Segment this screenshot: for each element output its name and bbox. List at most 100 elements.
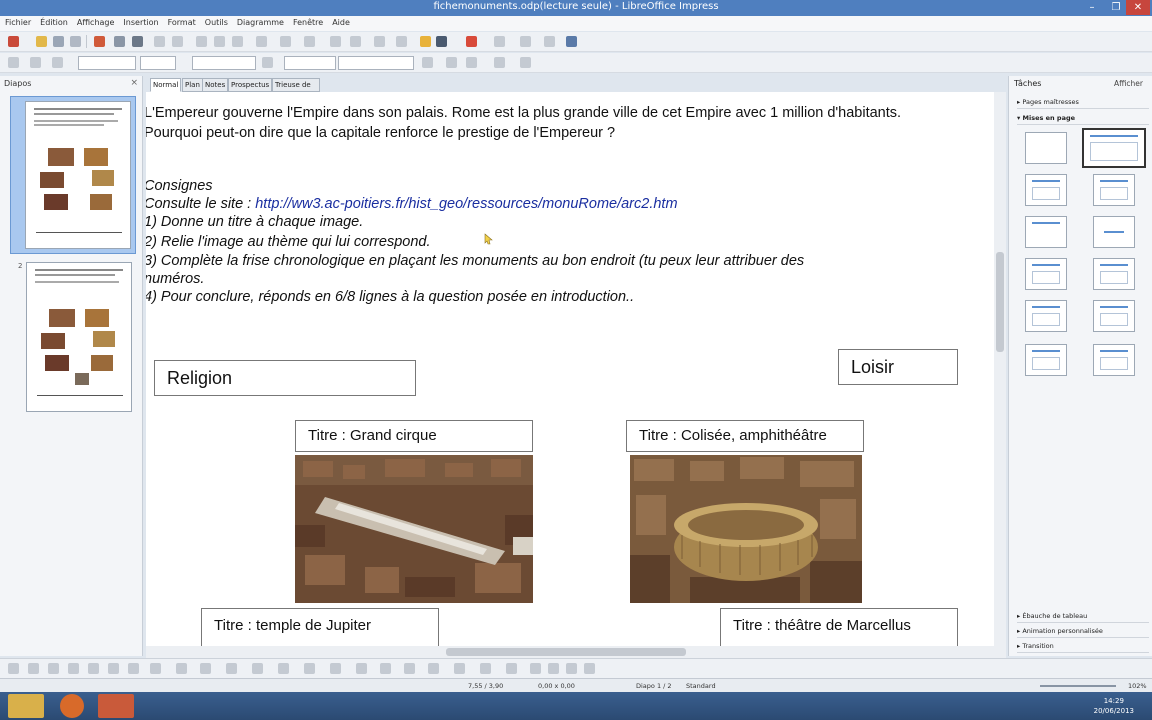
- connector-icon[interactable]: [150, 663, 161, 674]
- caption-colisee[interactable]: Titre : Colisée, amphithéâtre: [626, 420, 864, 452]
- menu-view[interactable]: Affichage: [72, 16, 119, 27]
- section-table-design[interactable]: ▸ Ébauche de tableau: [1017, 610, 1149, 623]
- rotate-tool-icon[interactable]: [428, 663, 439, 674]
- line-style-select[interactable]: [78, 56, 136, 70]
- flowchart-icon[interactable]: [252, 663, 263, 674]
- select-icon[interactable]: [8, 663, 19, 674]
- movie-icon[interactable]: [396, 36, 407, 47]
- menu-slideshow[interactable]: Diagramme: [232, 16, 288, 27]
- site-link[interactable]: http://ww3.ac-poitiers.fr/hist_geo/resso…: [255, 196, 677, 212]
- section-custom-animation[interactable]: ▸ Animation personnalisée: [1017, 625, 1149, 638]
- tab-slide-sorter[interactable]: Trieuse de diapositives: [272, 78, 320, 101]
- rectangle-icon[interactable]: [68, 663, 79, 674]
- chart-icon[interactable]: [330, 36, 341, 47]
- layout-title-two-content-right[interactable]: [1093, 258, 1135, 290]
- arrange-icon[interactable]: [494, 57, 505, 68]
- visibility-icon[interactable]: [520, 57, 531, 68]
- layout-title-six-content[interactable]: [1093, 344, 1135, 376]
- copy-icon[interactable]: [172, 36, 183, 47]
- fill-icon[interactable]: [262, 57, 273, 68]
- cut-icon[interactable]: [154, 36, 165, 47]
- fill-color-select[interactable]: [338, 56, 414, 70]
- menu-file[interactable]: Fichier: [0, 16, 35, 27]
- star-icon[interactable]: [420, 36, 431, 47]
- symbol-shapes-icon[interactable]: [200, 663, 211, 674]
- format-paint-icon[interactable]: [214, 36, 225, 47]
- section-master-pages[interactable]: ▸ Pages maîtresses: [1017, 96, 1149, 109]
- layout-blank[interactable]: [1025, 132, 1067, 164]
- line-tool-icon[interactable]: [28, 663, 39, 674]
- menu-edit[interactable]: Édition: [35, 16, 72, 27]
- toggle-extrusion-icon[interactable]: [566, 663, 577, 674]
- show-draw-functions-icon[interactable]: [530, 663, 541, 674]
- show-dropdown[interactable]: Afficher: [1114, 79, 1143, 88]
- line-width-field[interactable]: [140, 56, 176, 70]
- help-icon[interactable]: [566, 36, 577, 47]
- undo-icon[interactable]: [256, 36, 267, 47]
- area-style-select[interactable]: [284, 56, 336, 70]
- explorer-icon[interactable]: [8, 694, 44, 718]
- layout-title-four-content[interactable]: [1025, 344, 1067, 376]
- points-icon[interactable]: [330, 663, 341, 674]
- arrow-tool-icon[interactable]: [48, 663, 59, 674]
- align-icon[interactable]: [466, 57, 477, 68]
- layout-title-content[interactable]: [1082, 128, 1146, 168]
- tab-notes[interactable]: Notes: [202, 78, 229, 92]
- system-clock[interactable]: 14:29 20/06/2013: [1094, 696, 1134, 716]
- slide-thumbnail-1[interactable]: [10, 96, 136, 254]
- layout-title-two-over[interactable]: [1093, 300, 1135, 332]
- grand-cirque-image[interactable]: [295, 455, 533, 603]
- print-icon[interactable]: [114, 36, 125, 47]
- tab-normal[interactable]: Normal: [150, 78, 182, 92]
- slide-canvas[interactable]: L'Empereur gouverne l'Empire dans son pa…: [146, 92, 994, 646]
- layout-title-only[interactable]: [1025, 174, 1067, 206]
- maximize-button[interactable]: ❐: [1104, 0, 1128, 15]
- line-style-icon[interactable]: [52, 57, 63, 68]
- layout-centered-text[interactable]: [1093, 216, 1135, 248]
- colisee-image[interactable]: [630, 455, 862, 603]
- arrange-tool-icon[interactable]: [480, 663, 491, 674]
- block-arrows-icon[interactable]: [226, 663, 237, 674]
- rotate-icon[interactable]: [446, 57, 457, 68]
- theme-box-loisir[interactable]: Loisir: [838, 349, 958, 385]
- layout-title-slide[interactable]: [1025, 216, 1067, 248]
- menu-help[interactable]: Aide: [327, 16, 354, 27]
- open-icon[interactable]: [36, 36, 47, 47]
- gallery-icon[interactable]: [494, 36, 505, 47]
- zoom-slider[interactable]: [1040, 685, 1116, 687]
- glue-points-icon[interactable]: [548, 663, 559, 674]
- shadow-icon[interactable]: [422, 57, 433, 68]
- save-icon[interactable]: [53, 36, 64, 47]
- new-icon[interactable]: [8, 36, 19, 47]
- from-file-icon[interactable]: [380, 663, 391, 674]
- styles-icon[interactable]: [544, 36, 555, 47]
- close-button[interactable]: ✕: [1126, 0, 1150, 15]
- arrow-style-icon[interactable]: [8, 57, 19, 68]
- spellcheck-icon[interactable]: [132, 36, 143, 47]
- impress-taskbar-icon[interactable]: [98, 694, 134, 718]
- gallery-tool-icon[interactable]: [404, 663, 415, 674]
- edit-icon[interactable]: [70, 36, 81, 47]
- vertical-scroll-thumb[interactable]: [996, 252, 1004, 352]
- navigator-icon[interactable]: [520, 36, 531, 47]
- caption-theatre-marcellus[interactable]: Titre : théâtre de Marcellus: [720, 608, 958, 646]
- slide-thumbnail-2[interactable]: [26, 262, 132, 412]
- clone-icon[interactable]: [232, 36, 243, 47]
- tab-handout[interactable]: Prospectus: [228, 78, 273, 92]
- layout-title-content-over[interactable]: [1025, 300, 1067, 332]
- extrusion-icon[interactable]: [506, 663, 517, 674]
- pdf-icon[interactable]: [94, 36, 105, 47]
- layout-title-two-content[interactable]: [1093, 174, 1135, 206]
- layout-title-two-content-left[interactable]: [1025, 258, 1067, 290]
- section-layouts[interactable]: ▾ Mises en page: [1017, 112, 1149, 125]
- stars-icon[interactable]: [304, 663, 315, 674]
- paste-icon[interactable]: [196, 36, 207, 47]
- zoom-icon[interactable]: [436, 36, 447, 47]
- menu-insert[interactable]: Insertion: [118, 16, 162, 27]
- line-color-select[interactable]: [192, 56, 256, 70]
- image-icon[interactable]: [374, 36, 385, 47]
- menu-window[interactable]: Fenêtre: [288, 16, 327, 27]
- horizontal-scroll-thumb[interactable]: [446, 648, 686, 656]
- theme-box-religion[interactable]: Religion: [154, 360, 416, 396]
- curve-icon[interactable]: [128, 663, 139, 674]
